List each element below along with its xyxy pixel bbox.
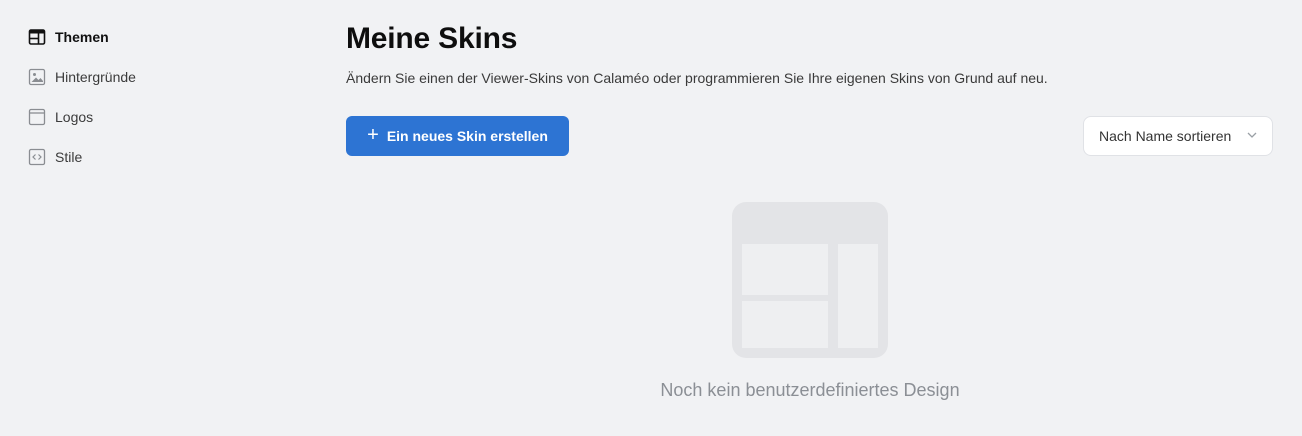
toolbar: + Ein neues Skin erstellen Nach Name sor…: [346, 116, 1274, 156]
image-icon: [28, 68, 46, 86]
layout-icon: [28, 28, 46, 46]
sidebar-item-themen[interactable]: Themen: [28, 24, 288, 50]
create-skin-button[interactable]: + Ein neues Skin erstellen: [346, 116, 569, 156]
chevron-down-icon: [1246, 128, 1258, 144]
page-description: Ändern Sie einen der Viewer-Skins von Ca…: [346, 70, 1048, 86]
sidebar-item-label: Themen: [55, 29, 109, 45]
sidebar: Themen Hintergründe Logos Stile: [28, 24, 288, 184]
app-root: Themen Hintergründe Logos Stile Meine Sk…: [0, 0, 1302, 436]
page-title: Meine Skins: [346, 22, 518, 55]
code-icon: [28, 148, 46, 166]
empty-state-text: Noch kein benutzerdefiniertes Design: [660, 380, 960, 400]
layout-placeholder-icon: [732, 202, 888, 358]
sidebar-item-hintergruende[interactable]: Hintergründe: [28, 64, 288, 90]
create-skin-label: Ein neues Skin erstellen: [386, 128, 548, 144]
plus-icon: +: [367, 124, 379, 146]
empty-state: Noch kein benutzerdefiniertes Design: [346, 200, 1274, 420]
sidebar-item-stile[interactable]: Stile: [28, 144, 288, 170]
sidebar-item-label: Hintergründe: [55, 69, 136, 85]
sort-selected-value: Nach Name sortieren: [1099, 128, 1232, 144]
sidebar-item-label: Logos: [55, 109, 94, 125]
sidebar-item-label: Stile: [55, 149, 83, 165]
logo-frame-icon: [28, 108, 46, 126]
main-content: Meine Skins Ändern Sie einen der Viewer-…: [346, 20, 1274, 156]
sort-dropdown[interactable]: Nach Name sortieren: [1083, 116, 1273, 156]
sidebar-item-logos[interactable]: Logos: [28, 104, 288, 130]
